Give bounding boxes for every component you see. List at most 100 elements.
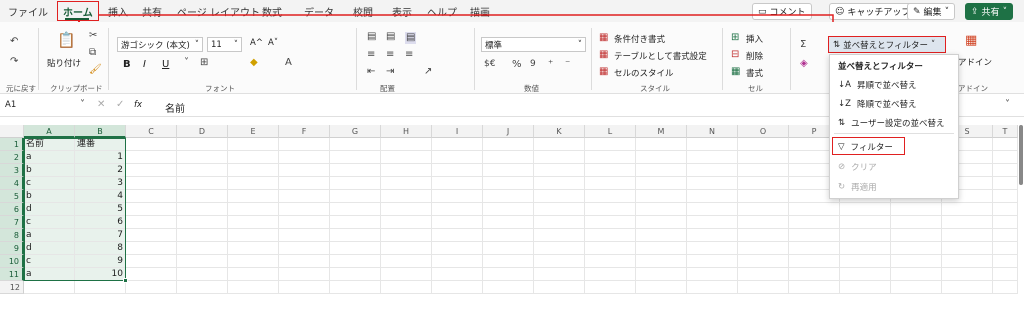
cell-n9[interactable] [687, 242, 738, 255]
reapply-item[interactable]: ↻ 再適用 [838, 181, 877, 193]
cell-h5[interactable] [381, 190, 432, 203]
cell-k9[interactable] [534, 242, 585, 255]
border-icon[interactable]: ⊞ [200, 58, 208, 68]
column-header-g[interactable]: G [330, 125, 381, 138]
cell-e10[interactable] [228, 255, 279, 268]
column-header-i[interactable]: I [432, 125, 483, 138]
font-name-select[interactable]: 游ゴシック (本文) ˅ [117, 37, 203, 52]
cell-p9[interactable] [789, 242, 840, 255]
cell-n5[interactable] [687, 190, 738, 203]
cell-d5[interactable] [177, 190, 228, 203]
cell-g6[interactable] [330, 203, 381, 216]
number-format-select[interactable]: 標準 ˅ [481, 37, 586, 52]
column-header-j[interactable]: J [483, 125, 534, 138]
cell-m3[interactable] [636, 164, 687, 177]
cell-i5[interactable] [432, 190, 483, 203]
cell-l1[interactable] [585, 138, 636, 151]
cell-c9[interactable] [126, 242, 177, 255]
cell-d8[interactable] [177, 229, 228, 242]
cell-h8[interactable] [381, 229, 432, 242]
increase-decimal-icon[interactable]: ⁺ [548, 60, 553, 70]
cell-r11[interactable] [891, 268, 942, 281]
cell-s9[interactable] [942, 242, 993, 255]
cell-t1[interactable] [993, 138, 1018, 151]
cell-j7[interactable] [483, 216, 534, 229]
redo-icon[interactable]: ↷ [10, 57, 18, 67]
cell-i7[interactable] [432, 216, 483, 229]
cell-m8[interactable] [636, 229, 687, 242]
cell-f9[interactable] [279, 242, 330, 255]
cell-i4[interactable] [432, 177, 483, 190]
row-header-4[interactable]: 4 [0, 177, 24, 190]
cell-m1[interactable] [636, 138, 687, 151]
cell-e12[interactable] [228, 281, 279, 294]
cell-k2[interactable] [534, 151, 585, 164]
cell-a12[interactable] [24, 281, 75, 294]
cell-e5[interactable] [228, 190, 279, 203]
cell-k12[interactable] [534, 281, 585, 294]
cell-k3[interactable] [534, 164, 585, 177]
cell-m10[interactable] [636, 255, 687, 268]
paste-button[interactable]: 貼り付け [47, 57, 81, 69]
cell-k8[interactable] [534, 229, 585, 242]
cell-j12[interactable] [483, 281, 534, 294]
conditional-format-button[interactable]: 条件付き書式 [614, 33, 665, 45]
bold-button[interactable]: B [123, 59, 131, 70]
row-header-2[interactable]: 2 [0, 151, 24, 164]
cell-o11[interactable] [738, 268, 789, 281]
cell-s8[interactable] [942, 229, 993, 242]
format-as-table-button[interactable]: テーブルとして書式設定 [614, 50, 707, 62]
cell-n3[interactable] [687, 164, 738, 177]
align-bottom-icon[interactable]: ▤ [405, 32, 417, 44]
cell-q9[interactable] [840, 242, 891, 255]
addins-button[interactable]: アドイン [958, 56, 992, 68]
cell-e7[interactable] [228, 216, 279, 229]
cell-t8[interactable] [993, 229, 1018, 242]
cell-k5[interactable] [534, 190, 585, 203]
fill-color-icon[interactable]: ◆ [250, 58, 258, 68]
cell-p10[interactable] [789, 255, 840, 268]
cell-e4[interactable] [228, 177, 279, 190]
cell-o10[interactable] [738, 255, 789, 268]
font-size-select[interactable]: 11 ˅ [207, 37, 242, 52]
cell-g9[interactable] [330, 242, 381, 255]
cell-l9[interactable] [585, 242, 636, 255]
cell-g11[interactable] [330, 268, 381, 281]
cell-o12[interactable] [738, 281, 789, 294]
cell-h12[interactable] [381, 281, 432, 294]
cell-l3[interactable] [585, 164, 636, 177]
column-header-t[interactable]: T [993, 125, 1018, 138]
insert-function-button[interactable]: fx [134, 100, 142, 110]
cell-m9[interactable] [636, 242, 687, 255]
cell-e9[interactable] [228, 242, 279, 255]
cell-c3[interactable] [126, 164, 177, 177]
cell-m2[interactable] [636, 151, 687, 164]
cell-c4[interactable] [126, 177, 177, 190]
cell-d10[interactable] [177, 255, 228, 268]
cell-s6[interactable] [942, 203, 993, 216]
shrink-font-button[interactable]: A˅ [268, 38, 278, 48]
cell-j1[interactable] [483, 138, 534, 151]
cell-d11[interactable] [177, 268, 228, 281]
cell-g12[interactable] [330, 281, 381, 294]
row-header-10[interactable]: 10 [0, 255, 24, 268]
cell-n6[interactable] [687, 203, 738, 216]
cell-e2[interactable] [228, 151, 279, 164]
sort-ascending-item[interactable]: ↓A 昇順で並べ替え [838, 79, 916, 91]
undo-icon[interactable]: ↶ [10, 37, 18, 47]
column-header-h[interactable]: H [381, 125, 432, 138]
cell-o5[interactable] [738, 190, 789, 203]
filter-item[interactable]: ▽ フィルター [838, 141, 893, 153]
copy-icon[interactable]: ⧉ [89, 48, 96, 58]
cell-t4[interactable] [993, 177, 1018, 190]
cell-n12[interactable] [687, 281, 738, 294]
cell-o4[interactable] [738, 177, 789, 190]
cell-i2[interactable] [432, 151, 483, 164]
cell-j5[interactable] [483, 190, 534, 203]
cell-f3[interactable] [279, 164, 330, 177]
column-header-l[interactable]: L [585, 125, 636, 138]
cell-n2[interactable] [687, 151, 738, 164]
italic-button[interactable]: I [143, 59, 146, 70]
column-header-e[interactable]: E [228, 125, 279, 138]
cell-c5[interactable] [126, 190, 177, 203]
